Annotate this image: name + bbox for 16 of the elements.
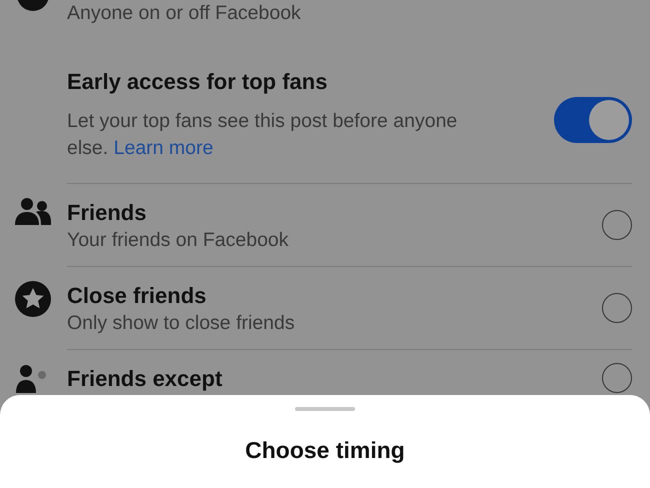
radio-button[interactable]: [602, 210, 632, 240]
drag-handle[interactable]: [295, 407, 355, 411]
description-text: Let your top fans see this post before anyone else. Learn more: [67, 109, 458, 161]
option-title: Close friends: [67, 282, 208, 310]
option-title: Friends: [67, 199, 148, 227]
radio-button[interactable]: [602, 362, 632, 392]
toggle-switch[interactable]: [554, 97, 632, 143]
option-subtitle: Anyone on or off Facebook: [67, 1, 302, 26]
learn-more-link[interactable]: Learn more: [114, 137, 214, 159]
option-title: Friends except: [67, 365, 224, 393]
option-subtitle: Only show to close friends: [67, 311, 296, 336]
people-icon: [14, 197, 52, 227]
sheet-title: Choose timing: [245, 437, 405, 464]
radio-button[interactable]: [602, 293, 632, 323]
option-subtitle: Your friends on Facebook: [67, 228, 290, 253]
option-title: Early access for top fans: [67, 68, 328, 96]
